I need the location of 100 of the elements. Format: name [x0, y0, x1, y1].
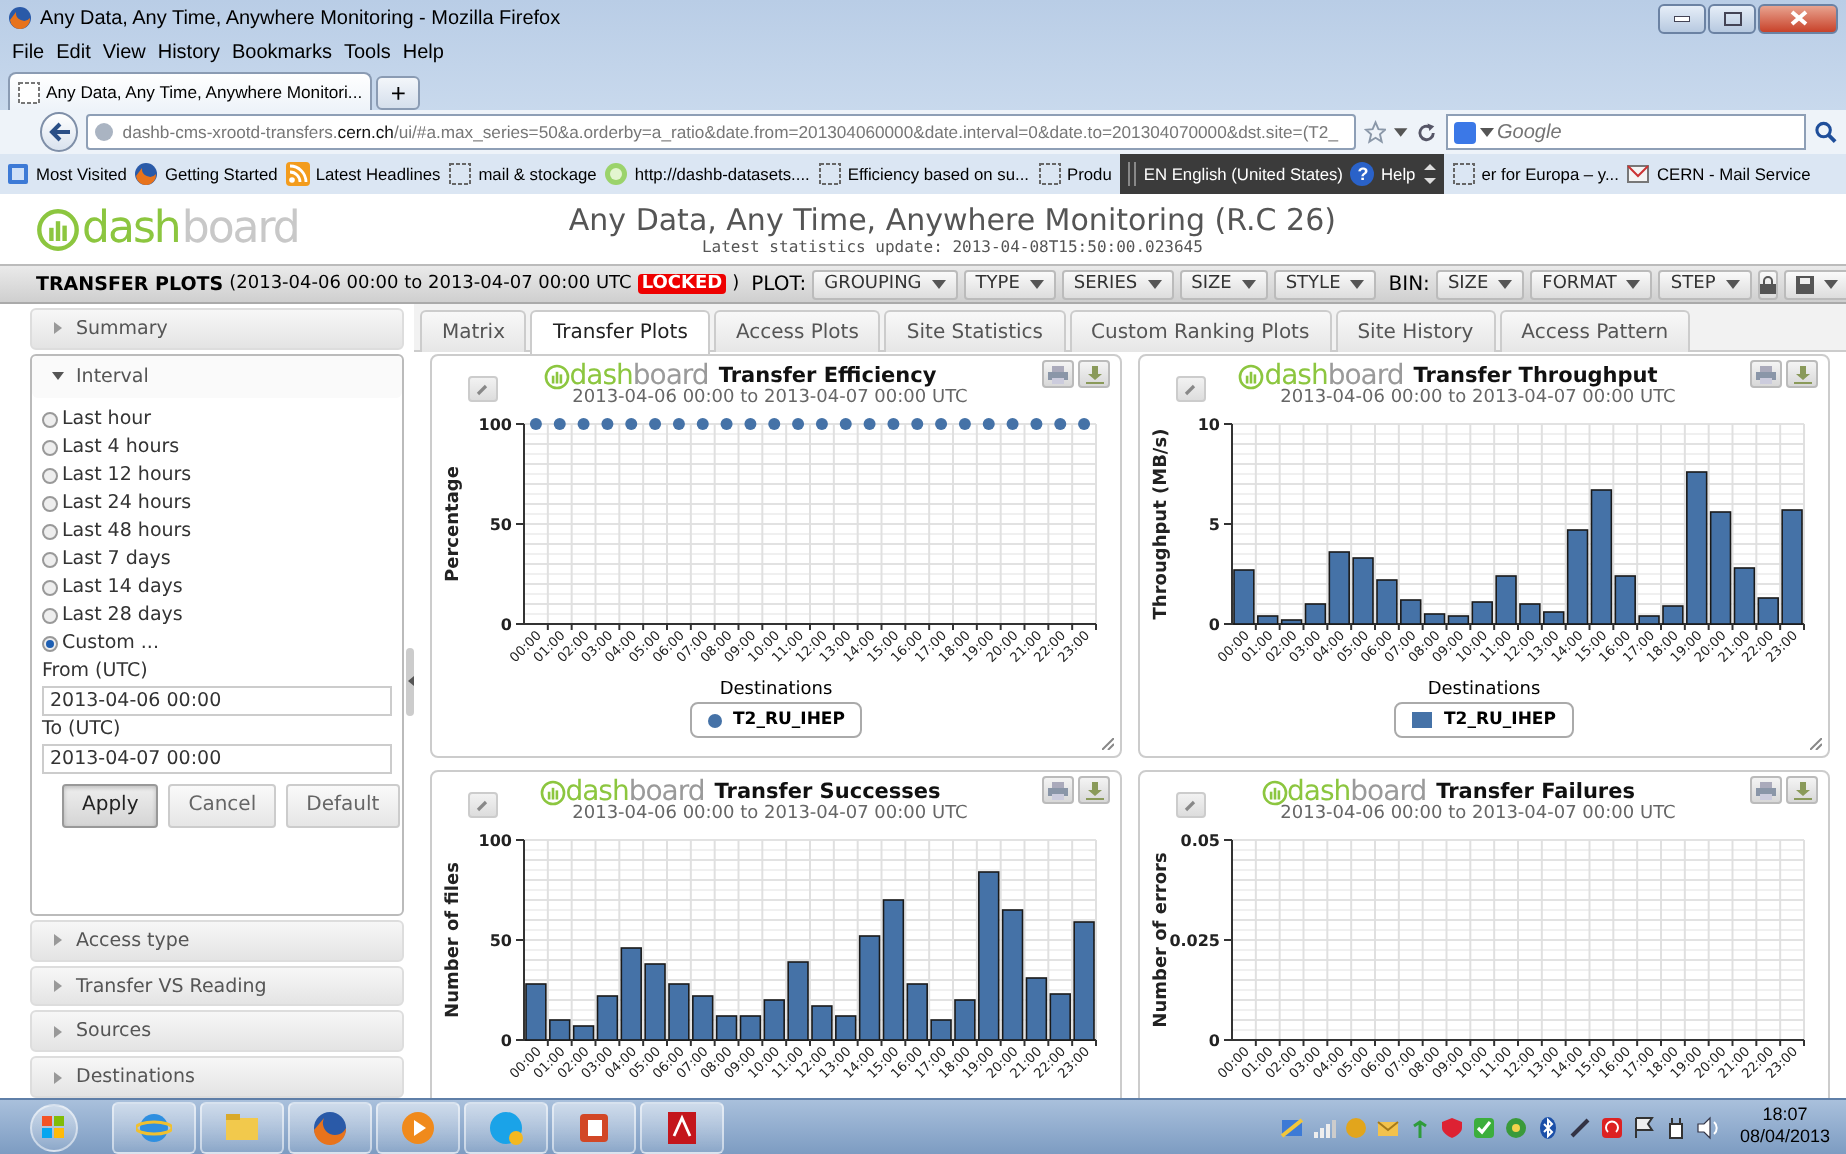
menu-item[interactable]: Tools: [338, 41, 397, 63]
wrench-button[interactable]: [1176, 792, 1206, 818]
download-button[interactable]: [1078, 776, 1110, 804]
help-button[interactable]: ? Help: [1350, 162, 1416, 186]
resize-grip-icon[interactable]: [1810, 738, 1822, 750]
print-button[interactable]: [1042, 776, 1074, 804]
taskbar-button[interactable]: [640, 1101, 724, 1153]
print-button[interactable]: [1750, 360, 1782, 388]
bookmark[interactable]: CERN - Mail Service: [1626, 162, 1811, 186]
section-header[interactable]: Access type: [30, 919, 404, 962]
save-button[interactable]: [1783, 269, 1846, 299]
dropdown-button[interactable]: SIZE: [1179, 269, 1268, 299]
wrench-button[interactable]: [468, 376, 498, 402]
shield-icon[interactable]: [1439, 1115, 1464, 1139]
options-icon[interactable]: [1423, 162, 1436, 186]
tab[interactable]: Access Plots: [713, 310, 881, 352]
tab[interactable]: Site History: [1335, 310, 1496, 352]
bookmark[interactable]: Latest Headlines: [285, 162, 441, 186]
print-button[interactable]: [1042, 360, 1074, 388]
splitter-handle[interactable]: [406, 647, 414, 715]
bookmark[interactable]: er for Europa – y...: [1451, 162, 1619, 186]
menu-item[interactable]: File: [6, 41, 51, 63]
radio-button[interactable]: [42, 635, 58, 652]
radio-button[interactable]: [42, 579, 58, 596]
search-field[interactable]: Google: [1445, 114, 1807, 150]
tab[interactable]: Access Pattern: [1499, 310, 1691, 352]
volume-icon[interactable]: [1695, 1115, 1720, 1139]
menu-item[interactable]: Bookmarks: [225, 41, 338, 63]
menu-item[interactable]: Edit: [50, 41, 97, 63]
radio-label[interactable]: Last 4 hours: [62, 436, 180, 459]
mail-icon[interactable]: [1375, 1115, 1400, 1139]
wrench-button[interactable]: [1176, 376, 1206, 402]
dropdown-button[interactable]: GROUPING: [812, 269, 958, 299]
section-header[interactable]: Sources: [30, 1010, 404, 1053]
dropdown-button[interactable]: FORMAT: [1530, 269, 1653, 299]
start-button[interactable]: [30, 1103, 78, 1151]
flag-icon[interactable]: [1631, 1115, 1656, 1139]
resize-grip-icon[interactable]: [1102, 738, 1114, 750]
radio-label[interactable]: Custom ...: [62, 632, 159, 655]
form-button[interactable]: Cancel: [168, 783, 277, 828]
search-icon[interactable]: [1814, 120, 1838, 144]
menu-item[interactable]: Help: [396, 41, 450, 63]
radio-button[interactable]: [42, 439, 58, 456]
dropdown-button[interactable]: STYLE: [1273, 269, 1377, 299]
section-header[interactable]: Transfer VS Reading: [30, 965, 404, 1007]
print-button[interactable]: [1750, 776, 1782, 804]
check-icon[interactable]: [1471, 1115, 1496, 1139]
back-button[interactable]: [40, 112, 79, 152]
taskbar-button[interactable]: [552, 1101, 636, 1153]
bookmark[interactable]: Produ: [1037, 162, 1112, 186]
download-button[interactable]: [1786, 776, 1818, 804]
radio-button[interactable]: [42, 607, 58, 624]
radio-label[interactable]: Last 24 hours: [62, 492, 192, 515]
star-icon[interactable]: [1363, 120, 1387, 144]
dropdown-button[interactable]: SERIES: [1061, 269, 1174, 299]
section-header[interactable]: Destinations: [30, 1056, 404, 1098]
form-button[interactable]: Apply: [62, 783, 159, 828]
radio-button[interactable]: [42, 495, 58, 512]
address-field[interactable]: dashb-cms-xrootd-transfers.cern.ch/ui/#a.max_series=50&a.orderby=a_ratio&date.from=201304060000&date.interval=0&date.to=201304070000&dst.site=(T2_: [86, 114, 1356, 150]
radio-button[interactable]: [42, 523, 58, 540]
menu-item[interactable]: View: [96, 41, 152, 63]
input-field[interactable]: 2013-04-07 00:00: [42, 743, 392, 774]
dropdown-button[interactable]: SIZE: [1435, 269, 1525, 299]
minimize-button[interactable]: [1658, 3, 1706, 33]
radio-button[interactable]: [42, 411, 58, 428]
radio-label[interactable]: Last hour: [62, 408, 152, 431]
bookmark[interactable]: Getting Started: [134, 162, 278, 186]
download-button[interactable]: [1786, 360, 1818, 388]
radio-label[interactable]: Last 14 days: [62, 576, 183, 599]
radio-button[interactable]: [42, 551, 58, 568]
dropdown-button[interactable]: STEP: [1658, 269, 1752, 299]
menu-item[interactable]: History: [151, 41, 226, 63]
network-icon[interactable]: [1279, 1115, 1304, 1139]
tab[interactable]: Custom Ranking Plots: [1069, 310, 1332, 352]
download-button[interactable]: [1078, 360, 1110, 388]
language-selector[interactable]: EN English (United States): [1143, 164, 1343, 184]
form-button[interactable]: Default: [286, 783, 400, 828]
radio-label[interactable]: Last 28 days: [62, 604, 183, 627]
radio-button[interactable]: [42, 467, 58, 484]
reload-icon[interactable]: [1415, 121, 1438, 143]
bookmark[interactable]: http://dashb-datasets....: [604, 162, 810, 186]
browser-tab[interactable]: Any Data, Any Time, Anywhere Monitori...: [8, 72, 373, 110]
clock[interactable]: 18:07 08/04/2013: [1739, 1103, 1830, 1151]
plug-icon[interactable]: [1663, 1115, 1688, 1139]
radio-label[interactable]: Last 7 days: [62, 548, 171, 571]
close-button[interactable]: [1758, 3, 1838, 33]
taskbar-button[interactable]: [112, 1101, 196, 1153]
tab[interactable]: Site Statistics: [884, 310, 1066, 352]
bookmark[interactable]: mail & stockage: [448, 162, 597, 186]
section-header[interactable]: Interval: [32, 355, 402, 398]
radio-label[interactable]: Last 12 hours: [62, 464, 192, 487]
signal-icon[interactable]: [1311, 1115, 1336, 1139]
bookmark[interactable]: Most Visited: [6, 162, 127, 186]
dropdown-button[interactable]: TYPE: [963, 269, 1056, 299]
wrench-button[interactable]: [468, 792, 498, 818]
taskbar-button[interactable]: [288, 1101, 372, 1153]
lock-button[interactable]: [1757, 269, 1778, 299]
tab[interactable]: Matrix: [420, 310, 527, 352]
radio-label[interactable]: Last 48 hours: [62, 520, 192, 543]
input-field[interactable]: 2013-04-06 00:00: [42, 685, 392, 716]
